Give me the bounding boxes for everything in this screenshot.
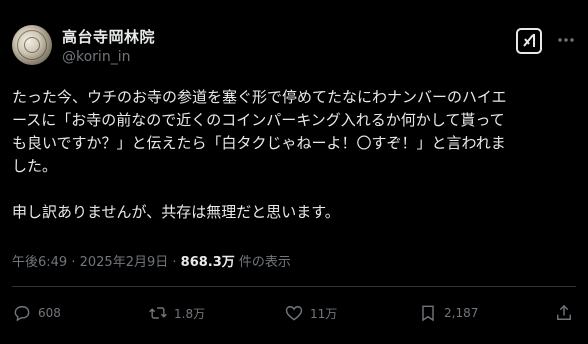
bookmark-button[interactable]: 2,187 <box>418 300 478 326</box>
author-handle[interactable]: @korin_in <box>62 49 130 65</box>
view-count: 868.3万 <box>180 255 235 270</box>
meta-separator: · <box>168 255 181 270</box>
bookmark-count: 2,187 <box>444 306 479 320</box>
more-dots-icon[interactable] <box>556 30 576 50</box>
post-body: たった今、ウチのお寺の参道を塞ぐ形で停めてたなにわナンバーのハイエ ースに「お寺… <box>12 86 576 224</box>
heart-icon <box>285 306 303 321</box>
repost-button[interactable]: 1.8万 <box>148 300 205 326</box>
reply-button[interactable]: 608 <box>12 300 61 326</box>
reply-count: 608 <box>38 306 61 320</box>
grok-icon[interactable] <box>516 28 542 54</box>
avatar[interactable] <box>12 25 52 65</box>
avatar-inner-ring <box>24 37 40 53</box>
post-line-5: 申し訳ありませんが、共存は無理だと思います。 <box>12 203 340 221</box>
view-count-label: 件の表示 <box>234 255 291 270</box>
like-button[interactable]: 11万 <box>284 300 337 326</box>
action-bar: 608 1.8万 11万 2,187 <box>12 300 576 326</box>
bookmark-icon <box>422 305 434 322</box>
share-icon <box>557 304 571 320</box>
meta-separator: · <box>67 255 80 270</box>
divider <box>12 286 576 287</box>
post-date[interactable]: 2025年2月9日 <box>80 255 169 270</box>
post-line-4: した。 <box>12 157 58 175</box>
repost-count: 1.8万 <box>174 306 206 321</box>
post-time[interactable]: 午後6:49 <box>12 255 67 270</box>
author-display-name[interactable]: 高台寺岡林院 <box>62 26 155 47</box>
post-meta: 午後6:49 · 2025年2月9日 · 868.3万 件の表示 <box>12 251 291 270</box>
post-header: 高台寺岡林院 @korin_in <box>12 25 576 73</box>
post-line-1: たった今、ウチのお寺の参道を塞ぐ形で停めてたなにわナンバーのハイエ <box>12 88 507 106</box>
speech-bubble-icon <box>14 306 30 322</box>
share-button[interactable] <box>554 300 580 326</box>
post-line-3: も良いですか？」と伝えたら「白タクじゃねーよ！〇すぞ！」と言われま <box>12 134 506 152</box>
like-count: 11万 <box>310 306 338 321</box>
post-line-2: ースに「お寺の前なので近くのコインパーキング入れるか何かして貰って <box>12 111 505 129</box>
repost-icon <box>149 307 167 319</box>
